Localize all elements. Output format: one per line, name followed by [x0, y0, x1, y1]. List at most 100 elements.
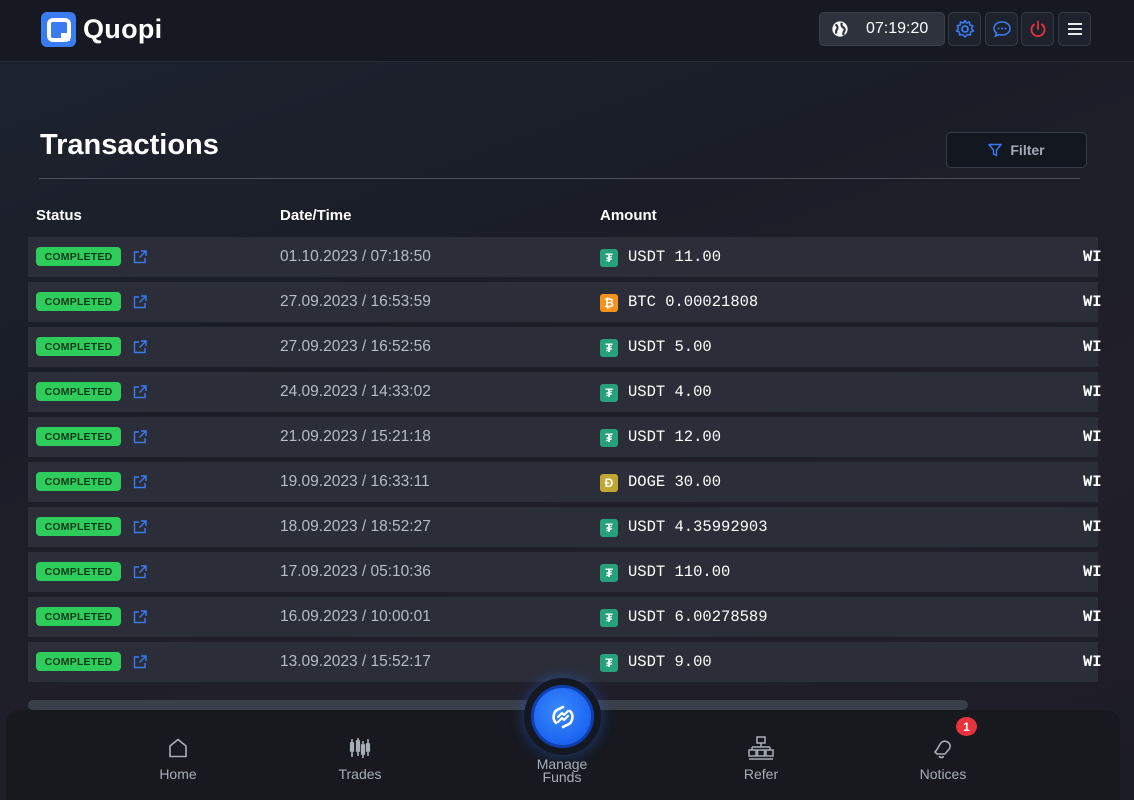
status-badge: COMPLETED: [36, 607, 121, 626]
transaction-amount: USDT 6.00278589: [628, 608, 768, 626]
status-badge: COMPLETED: [36, 292, 121, 311]
table-row[interactable]: COMPLETED 27.09.2023 / 16:53:59 ₿ BTC 0.000…: [28, 282, 1102, 322]
page-title: Transactions: [40, 129, 219, 161]
clock-time: 07:19:20: [866, 20, 929, 37]
coin-icon: ₿: [600, 294, 618, 312]
transaction-datetime: 27.09.2023 / 16:53:59: [280, 293, 431, 310]
transactions-table: COMPLETED 01.10.2023 / 07:18:50 ₮ USDT 11.0…: [28, 237, 1102, 687]
nav-trades-label: Trades: [338, 766, 382, 782]
candlestick-icon: [349, 738, 371, 758]
table-row[interactable]: COMPLETED 17.09.2023 / 05:10:36 ₮ USDT 110.…: [28, 552, 1102, 592]
table-row[interactable]: COMPLETED 24.09.2023 / 14:33:02 ₮ USDT 4.00…: [28, 372, 1102, 412]
coin-icon: ₮: [600, 609, 618, 627]
nav-home-label: Home: [159, 766, 197, 782]
table-row[interactable]: COMPLETED 27.09.2023 / 16:52:56 ₮ USDT 5.00…: [28, 327, 1102, 367]
nav-trades[interactable]: Trades: [315, 736, 405, 781]
logo-icon: [41, 12, 76, 47]
transaction-datetime: 21.09.2023 / 15:21:18: [280, 428, 431, 445]
globe-icon: [832, 21, 848, 37]
transaction-type: WI: [1083, 473, 1102, 491]
transaction-amount: USDT 4.00: [628, 383, 712, 401]
transaction-datetime: 19.09.2023 / 16:33:11: [280, 473, 430, 490]
table-row[interactable]: COMPLETED 21.09.2023 / 15:21:18 ₮ USDT 12.0…: [28, 417, 1102, 457]
status-badge: COMPLETED: [36, 517, 121, 536]
transaction-datetime: 16.09.2023 / 10:00:01: [280, 608, 431, 625]
nav-refer[interactable]: Refer: [716, 736, 806, 781]
external-link-icon[interactable]: [132, 429, 148, 445]
exchange-icon: [551, 705, 574, 728]
clock-widget[interactable]: 07:19:20: [819, 12, 945, 46]
transaction-datetime: 01.10.2023 / 07:18:50: [280, 248, 431, 265]
chat-icon: [992, 21, 1011, 38]
external-link-icon[interactable]: [132, 609, 148, 625]
manage-funds-button[interactable]: [524, 678, 601, 755]
transaction-amount: USDT 11.00: [628, 248, 722, 266]
status-badge: COMPLETED: [36, 337, 121, 356]
notices-count-badge: 1: [956, 717, 977, 736]
coin-icon: ₮: [600, 519, 618, 537]
status-badge: COMPLETED: [36, 247, 121, 266]
transaction-amount: USDT 4.35992903: [628, 518, 768, 536]
nav-notices[interactable]: Notices: [898, 736, 988, 781]
transaction-type: WI: [1083, 338, 1102, 356]
external-link-icon[interactable]: [132, 654, 148, 670]
settings-button[interactable]: [948, 12, 981, 46]
transaction-amount: DOGE 30.00: [628, 473, 722, 491]
column-header-amount[interactable]: Amount: [600, 207, 657, 224]
table-row[interactable]: COMPLETED 19.09.2023 / 16:33:11 Ð DOGE 30.0…: [28, 462, 1102, 502]
manage-funds-circle: [531, 685, 594, 748]
manage-funds-label: Manage Funds: [536, 756, 588, 785]
coin-icon: ₮: [600, 429, 618, 447]
transaction-datetime: 18.09.2023 / 18:52:27: [280, 518, 431, 535]
external-link-icon[interactable]: [132, 519, 148, 535]
transaction-type: WI: [1083, 608, 1102, 626]
transaction-datetime: 17.09.2023 / 05:10:36: [280, 563, 431, 580]
filter-button[interactable]: Filter: [946, 132, 1087, 168]
transaction-amount: BTC 0.00021808: [628, 293, 759, 311]
coin-icon: Ð: [600, 474, 618, 492]
filter-icon: [988, 143, 1003, 157]
gear-icon: [955, 19, 974, 38]
column-header-status[interactable]: Status: [36, 207, 82, 224]
transaction-datetime: 13.09.2023 / 15:52:17: [280, 653, 431, 670]
coin-icon: ₮: [600, 249, 618, 267]
transaction-datetime: 27.09.2023 / 16:52:56: [280, 338, 431, 355]
external-link-icon[interactable]: [132, 249, 148, 265]
external-link-icon[interactable]: [132, 339, 148, 355]
transaction-type: WI: [1083, 428, 1102, 446]
hamburger-icon: [1067, 23, 1082, 35]
external-link-icon[interactable]: [132, 474, 148, 490]
table-row[interactable]: COMPLETED 01.10.2023 / 07:18:50 ₮ USDT 11.0…: [28, 237, 1102, 277]
table-row[interactable]: COMPLETED 13.09.2023 / 15:52:17 ₮ USDT 9.00…: [28, 642, 1102, 682]
transaction-amount: USDT 9.00: [628, 653, 712, 671]
table-row[interactable]: COMPLETED 16.09.2023 / 10:00:01 ₮ USDT 6.00…: [28, 597, 1102, 637]
transaction-amount: USDT 5.00: [628, 338, 712, 356]
transaction-type: WI: [1083, 563, 1102, 581]
logo[interactable]: Quopi: [41, 12, 162, 47]
home-icon: [169, 738, 187, 758]
menu-button[interactable]: [1058, 12, 1091, 46]
external-link-icon[interactable]: [132, 294, 148, 310]
status-badge: COMPLETED: [36, 382, 121, 401]
transaction-type: WI: [1083, 293, 1102, 311]
network-icon: [748, 736, 774, 760]
status-badge: COMPLETED: [36, 652, 121, 671]
external-link-icon[interactable]: [132, 564, 148, 580]
filter-label: Filter: [1010, 142, 1045, 158]
table-row[interactable]: COMPLETED 18.09.2023 / 18:52:27 ₮ USDT 4.35…: [28, 507, 1102, 547]
nav-home[interactable]: Home: [133, 736, 223, 781]
transaction-type: WI: [1083, 653, 1102, 671]
coin-icon: ₮: [600, 384, 618, 402]
chat-button[interactable]: [985, 12, 1018, 46]
external-link-icon[interactable]: [132, 384, 148, 400]
nav-refer-label: Refer: [743, 766, 779, 782]
horizontal-scrollbar[interactable]: [28, 700, 968, 710]
power-icon: [1030, 20, 1045, 38]
nav-notices-label: Notices: [919, 766, 967, 782]
column-header-datetime[interactable]: Date/Time: [280, 207, 351, 224]
transaction-amount: USDT 110.00: [628, 563, 731, 581]
transaction-type: WI: [1083, 383, 1102, 401]
logout-button[interactable]: [1021, 12, 1054, 46]
coin-icon: ₮: [600, 654, 618, 672]
status-badge: COMPLETED: [36, 472, 121, 491]
